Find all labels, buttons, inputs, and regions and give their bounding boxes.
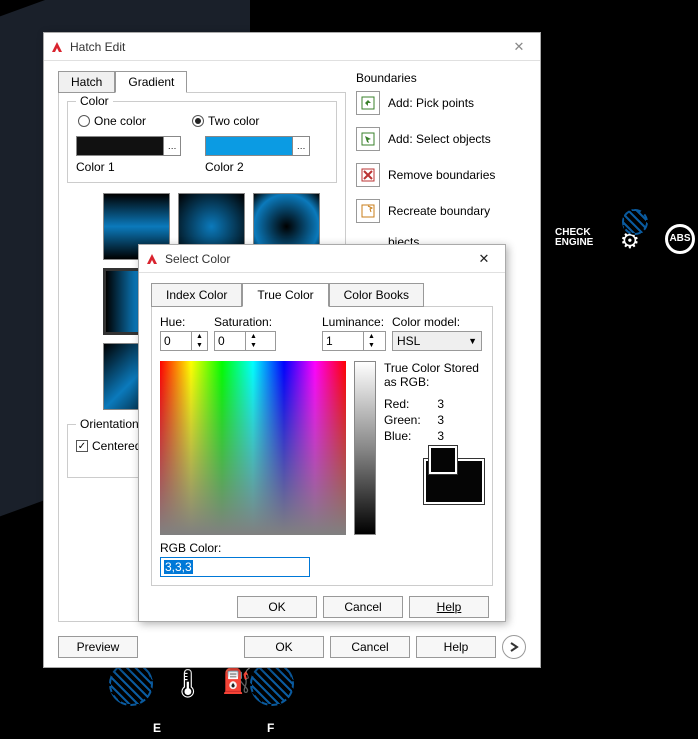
stored-color-panel: True Color Stored as RGB: Red:3 Green:3 … (384, 361, 484, 535)
gauge-circle-3 (250, 662, 294, 706)
hue-spinner[interactable]: 0 ▲▼ (160, 331, 208, 351)
rgb-color-input[interactable]: 3,3,3 (160, 557, 310, 577)
color2-swatch[interactable] (205, 136, 293, 156)
app-icon (145, 252, 159, 266)
remove-boundaries-label: Remove boundaries (388, 168, 495, 182)
chevron-down-icon: ▼ (468, 336, 477, 346)
recreate-boundary-label: Recreate boundary (388, 204, 490, 218)
tab-hatch[interactable]: Hatch (58, 71, 115, 93)
saturation-spinner[interactable]: 0 ▲▼ (214, 331, 276, 351)
two-color-radio[interactable]: Two color (192, 114, 259, 128)
temp-icon: 🌡 (170, 667, 206, 700)
color-model-value: HSL (397, 334, 420, 348)
chevron-up-icon[interactable]: ▲ (364, 332, 379, 341)
tab-color-books[interactable]: Color Books (329, 283, 424, 307)
checkbox-icon: ✓ (76, 440, 88, 452)
tab-gradient[interactable]: Gradient (115, 71, 187, 93)
app-icon (50, 40, 64, 54)
luminance-label: Luminance: (322, 315, 386, 329)
hatch-titlebar: Hatch Edit ✕ (44, 33, 540, 61)
luminance-slider[interactable] (354, 361, 376, 535)
chevron-down-icon[interactable]: ▼ (364, 341, 379, 350)
color-fieldset: Color One color Two color (67, 101, 337, 183)
gauge-circle-1 (622, 209, 648, 235)
gauge-f: F (267, 721, 274, 735)
color2-label: Color 2 (205, 160, 310, 174)
radio-icon (78, 115, 90, 127)
hue-saturation-picker[interactable] (160, 361, 346, 535)
hue-value: 0 (161, 332, 191, 350)
blue-label: Blue: (384, 429, 411, 443)
saturation-label: Saturation: (214, 315, 276, 329)
color-model-label: Color model: (392, 315, 482, 329)
color-ok-button[interactable]: OK (237, 596, 317, 618)
hatch-ok-button[interactable]: OK (244, 636, 324, 658)
boundaries-head: Boundaries (356, 71, 526, 85)
color1-label: Color 1 (76, 160, 181, 174)
green-label: Green: (384, 413, 421, 427)
tab-index-color[interactable]: Index Color (151, 283, 242, 307)
color2-more-button[interactable]: … (293, 136, 310, 156)
radio-icon (192, 115, 204, 127)
select-color-dialog: Select Color ✕ Index Color True Color Co… (138, 244, 506, 622)
close-icon[interactable]: ✕ (504, 39, 534, 55)
rgb-color-value: 3,3,3 (164, 560, 193, 574)
select-objects-label: Add: Select objects (388, 132, 491, 146)
remove-boundaries-button[interactable] (356, 163, 380, 187)
hue-label: Hue: (160, 315, 208, 329)
color-help-button[interactable]: Help (409, 596, 489, 618)
chevron-down-icon[interactable]: ▼ (192, 341, 207, 350)
hatch-title: Hatch Edit (70, 40, 504, 54)
luminance-value: 1 (323, 332, 363, 350)
chevron-up-icon[interactable]: ▲ (192, 332, 207, 341)
green-value: 3 (437, 413, 444, 427)
color-model-select[interactable]: HSL ▼ (392, 331, 482, 351)
pick-points-label: Add: Pick points (388, 96, 474, 110)
red-value: 3 (437, 397, 444, 411)
blue-value: 3 (437, 429, 444, 443)
hatch-help-button[interactable]: Help (416, 636, 496, 658)
pick-points-button[interactable] (356, 91, 380, 115)
tab-true-color[interactable]: True Color (242, 283, 328, 307)
color-title: Select Color (165, 252, 469, 266)
abs-icon: ABS (665, 224, 695, 254)
color1-swatch[interactable] (76, 136, 164, 156)
check-engine-text: CHECK ENGINE (555, 228, 593, 248)
luminance-spinner[interactable]: 1 ▲▼ (322, 331, 386, 351)
recreate-boundary-button[interactable] (356, 199, 380, 223)
stored-head2: as RGB: (384, 375, 484, 389)
chevron-down-icon[interactable]: ▼ (246, 341, 261, 350)
color-legend: Color (76, 94, 113, 108)
color-preview-swatch-small (429, 446, 457, 474)
color-cancel-button[interactable]: Cancel (323, 596, 403, 618)
fuel-icon: ⛽ (222, 667, 252, 696)
saturation-value: 0 (215, 332, 245, 350)
select-objects-button[interactable] (356, 127, 380, 151)
preview-button[interactable]: Preview (58, 636, 138, 658)
hatch-cancel-button[interactable]: Cancel (330, 636, 410, 658)
color-titlebar: Select Color ✕ (139, 245, 505, 273)
color1-more-button[interactable]: … (164, 136, 181, 156)
rgb-color-label: RGB Color: (160, 541, 484, 555)
gauge-e: E (153, 721, 161, 735)
one-color-radio[interactable]: One color (78, 114, 146, 128)
red-label: Red: (384, 397, 409, 411)
close-icon[interactable]: ✕ (469, 251, 499, 267)
expand-button[interactable] (502, 635, 526, 659)
gauge-circle-2 (109, 662, 153, 706)
chevron-up-icon[interactable]: ▲ (246, 332, 261, 341)
true-color-panel: Hue: 0 ▲▼ Saturation: 0 ▲▼ Luminance: (151, 306, 493, 586)
stored-head1: True Color Stored (384, 361, 484, 375)
orientation-legend: Orientation (76, 417, 143, 431)
